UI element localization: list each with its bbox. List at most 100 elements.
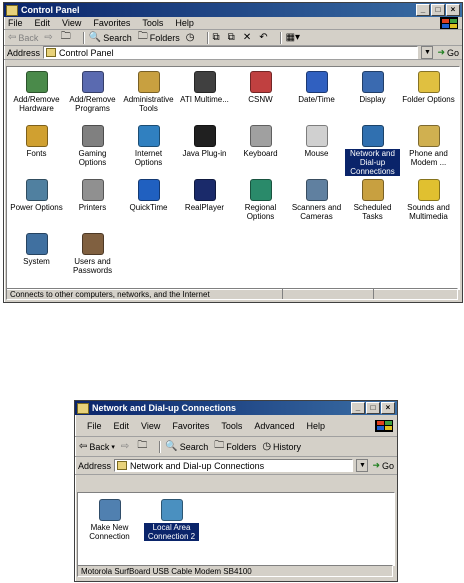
title-bar[interactable]: Control Panel _ □ × — [4, 3, 462, 17]
search-button[interactable]: 🔍 Search — [89, 32, 132, 43]
icon-item[interactable]: System — [9, 233, 64, 266]
move-to-button[interactable]: ⧉ — [213, 32, 222, 43]
forward-button-2[interactable]: ⇨ — [121, 441, 131, 452]
menu-help-2[interactable]: Help — [306, 421, 325, 431]
minimize-button[interactable]: _ — [416, 4, 430, 16]
icon-item[interactable]: Folder Options — [401, 71, 456, 104]
address-field[interactable]: Control Panel — [43, 46, 419, 59]
undo-icon: ↶ — [259, 32, 268, 43]
back-arrow-icon-2: ⇦ — [79, 441, 88, 452]
address-dropdown-button[interactable]: ▼ — [421, 46, 434, 59]
search-button-2[interactable]: 🔍 Search — [165, 441, 208, 452]
icon-item[interactable]: Scanners and Cameras — [289, 179, 344, 221]
icon-item[interactable]: Internet Options — [121, 125, 176, 167]
address-dropdown-button-2[interactable]: ▼ — [356, 459, 369, 472]
icon-item[interactable]: Network and Dial-up Connections — [345, 125, 400, 176]
views-button[interactable]: ▦▾ — [286, 32, 302, 43]
status-text-2: Motorola SurfBoard USB Cable Modem SB410… — [81, 566, 252, 576]
network-icon — [361, 125, 384, 147]
icon-item[interactable]: ATI Multime... — [177, 71, 232, 104]
icon-item[interactable]: Phone and Modem ... — [401, 125, 456, 167]
address-field-2[interactable]: Network and Dial-up Connections — [114, 459, 354, 472]
menu-favorites-2[interactable]: Favorites — [172, 421, 209, 431]
scanner-icon — [305, 179, 328, 201]
close-button[interactable]: × — [446, 4, 460, 16]
go-button-2[interactable]: ➜ Go — [372, 460, 394, 471]
menu-edit-2[interactable]: Edit — [114, 421, 130, 431]
forward-button[interactable]: ⇨ — [44, 32, 54, 43]
minimize-button-2[interactable]: _ — [351, 402, 365, 414]
menu-tools[interactable]: Tools — [142, 18, 163, 28]
icon-item[interactable]: CSNW — [233, 71, 288, 104]
folders-button[interactable]: 🗀 Folders — [138, 29, 180, 46]
status-text: Connects to other computers, networks, a… — [10, 289, 210, 299]
control-panel-small-icon — [46, 48, 57, 57]
icon-item[interactable]: Power Options — [9, 179, 64, 212]
monitor-icon — [361, 71, 384, 93]
go-arrow-icon-2: ➜ — [372, 460, 380, 470]
icon-item[interactable]: Java Plug-in — [177, 125, 232, 158]
icon-item[interactable]: Date/Time — [289, 71, 344, 104]
folder-icon — [417, 71, 440, 93]
lan-icon — [160, 499, 183, 521]
up-folder-button-2[interactable]: 🗀 — [137, 438, 149, 455]
icon-item[interactable]: Make New Connection — [82, 499, 137, 541]
joystick-icon — [81, 125, 104, 147]
folders-button-2[interactable]: 🗀 Folders — [214, 438, 256, 455]
address-bar-2: Address Network and Dial-up Connections … — [75, 457, 397, 475]
windows-logo-icon — [440, 17, 458, 29]
delete-button[interactable]: ✕ — [243, 32, 253, 43]
views-icon: ▦▾ — [285, 32, 301, 43]
icon-item[interactable]: Mouse — [289, 125, 344, 158]
menu-file-2[interactable]: File — [87, 421, 102, 431]
icon-item[interactable]: Add/Remove Hardware — [9, 71, 64, 113]
menu-view[interactable]: View — [62, 18, 81, 28]
undo-button[interactable]: ↶ — [259, 32, 269, 43]
title-bar-2[interactable]: Network and Dial-up Connections _ □ × — [75, 401, 397, 415]
go-arrow-icon: ➜ — [437, 47, 445, 57]
menu-favorites[interactable]: Favorites — [93, 18, 130, 28]
history-button[interactable]: ◷ — [186, 32, 197, 43]
menu-edit[interactable]: Edit — [35, 18, 51, 28]
icon-item[interactable]: Scheduled Tasks — [345, 179, 400, 221]
up-folder-button[interactable]: 🗀 — [61, 29, 73, 46]
copy-to-button[interactable]: ⧉ — [228, 32, 237, 43]
maximize-button-2[interactable]: □ — [366, 402, 380, 414]
icon-item[interactable]: RealPlayer — [177, 179, 232, 212]
go-button[interactable]: ➜ Go — [437, 47, 459, 58]
maximize-button[interactable]: □ — [431, 4, 445, 16]
menu-help[interactable]: Help — [175, 18, 194, 28]
icon-label: Folder Options — [402, 95, 455, 104]
icon-item[interactable]: Local Area Connection 2 — [144, 499, 199, 541]
icon-label: Display — [359, 95, 386, 104]
tools-icon — [137, 71, 160, 93]
icon-item[interactable]: Sounds and Multimedia — [401, 179, 456, 221]
menu-file[interactable]: File — [8, 18, 23, 28]
back-button[interactable]: ⇦ Back — [8, 32, 38, 43]
up-folder-icon: 🗀 — [60, 31, 71, 42]
menu-view-2[interactable]: View — [141, 421, 160, 431]
up-folder-icon-2: 🗀 — [137, 440, 148, 451]
printer-icon — [81, 179, 104, 201]
icon-item[interactable]: QuickTime — [121, 179, 176, 212]
windows-logo-icon-2 — [375, 419, 393, 432]
menu-tools-2[interactable]: Tools — [221, 421, 242, 431]
icon-item[interactable]: Users and Passwords — [65, 233, 120, 275]
tasks-icon — [361, 179, 384, 201]
back-button-2[interactable]: ⇦ Back ▾ — [79, 441, 115, 452]
fonts-icon — [25, 125, 48, 147]
icon-item[interactable]: Gaming Options — [65, 125, 120, 167]
icon-item[interactable]: Add/Remove Programs — [65, 71, 120, 113]
menu-advanced-2[interactable]: Advanced — [254, 421, 294, 431]
history-button-2[interactable]: ◷ History — [262, 441, 301, 452]
icon-item[interactable]: Administrative Tools — [121, 71, 176, 113]
icon-item[interactable]: Display — [345, 71, 400, 104]
close-button-2[interactable]: × — [381, 402, 395, 414]
icon-label: Add/Remove Hardware — [13, 95, 60, 113]
icon-item[interactable]: Keyboard — [233, 125, 288, 158]
icon-label: Make New Connection — [89, 523, 130, 541]
icon-item[interactable]: Printers — [65, 179, 120, 212]
clock-icon — [305, 71, 328, 93]
icon-item[interactable]: Regional Options — [233, 179, 288, 221]
icon-item[interactable]: Fonts — [9, 125, 64, 158]
